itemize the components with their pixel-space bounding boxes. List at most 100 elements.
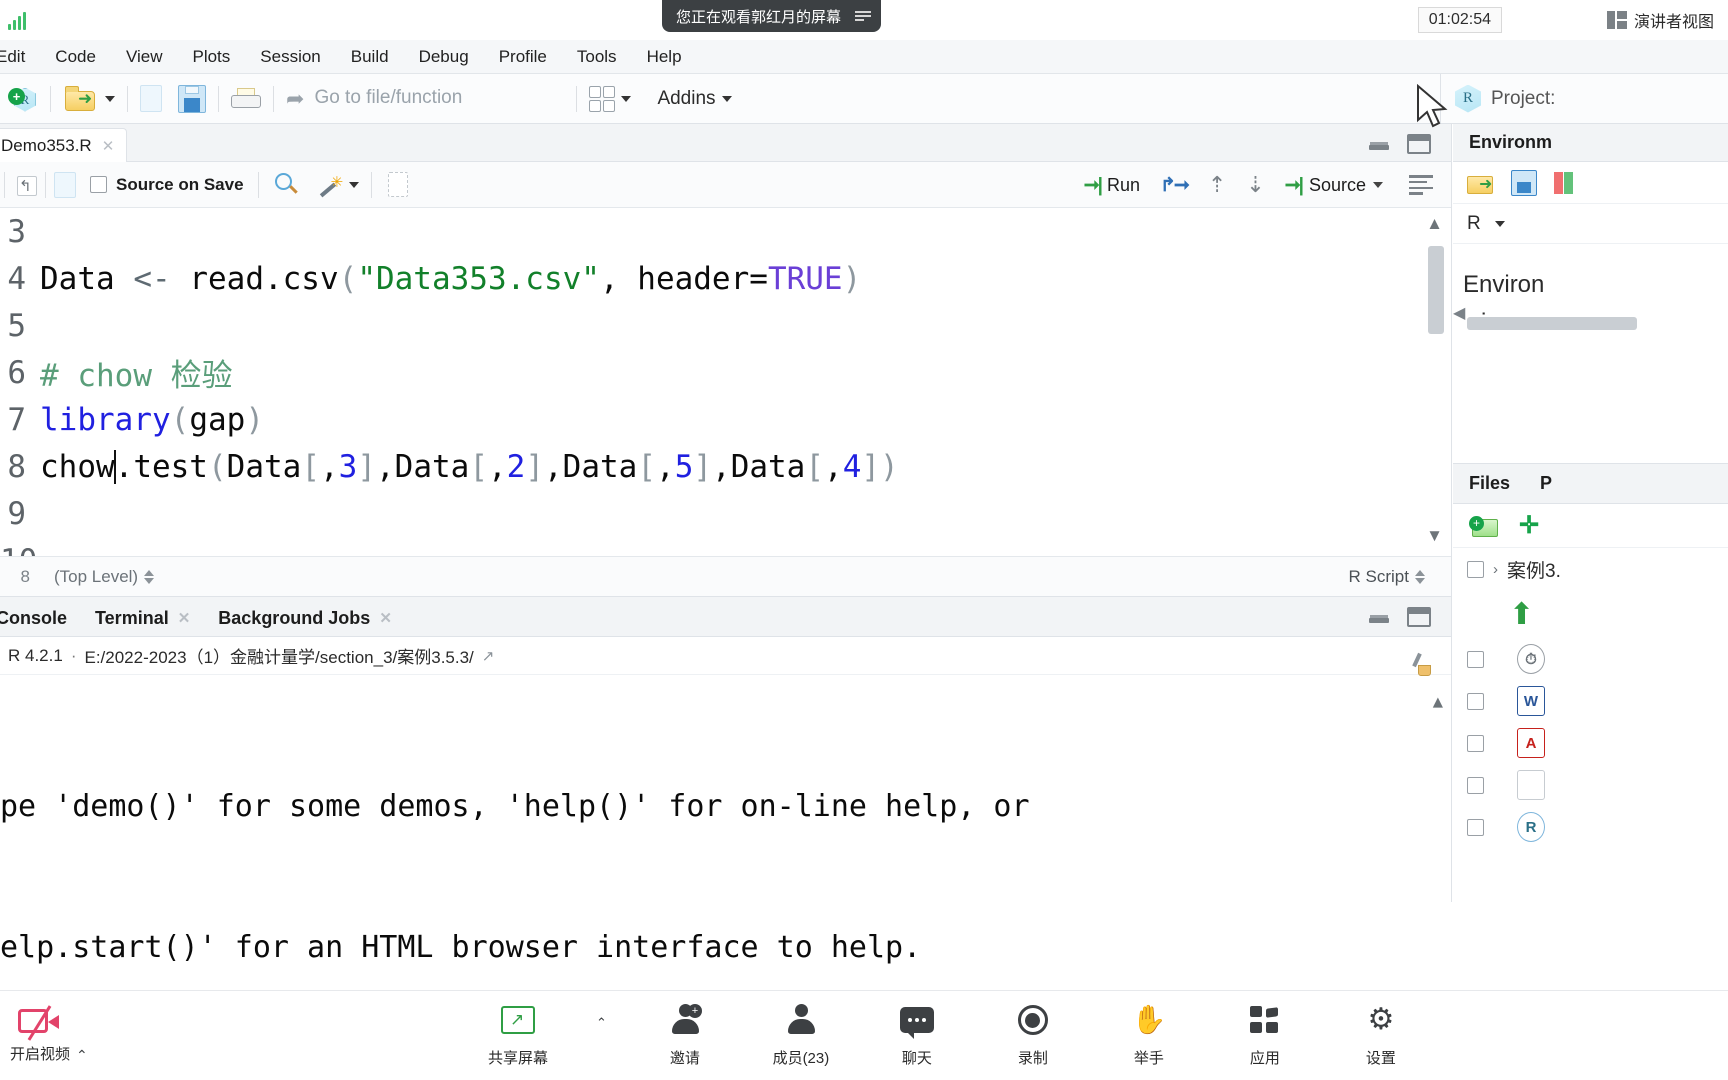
menu-item-edit[interactable]: Edit: [0, 44, 40, 70]
menu-item-plots[interactable]: Plots: [177, 44, 245, 70]
code-line[interactable]: 5: [0, 302, 1451, 349]
source-on-save-checkbox[interactable]: Source on Save: [90, 175, 244, 195]
maximize-pane-icon[interactable]: [1407, 134, 1431, 154]
code-line[interactable]: 9: [0, 490, 1451, 537]
minimize-pane-icon[interactable]: [1369, 138, 1389, 150]
list-item[interactable]: W: [1453, 680, 1728, 722]
tab-background-jobs[interactable]: Background Jobs ✕: [204, 600, 406, 636]
settings-button[interactable]: ⚙ 设置: [1343, 1001, 1419, 1068]
code-line[interactable]: 6 # chow 检验: [0, 349, 1451, 396]
find-replace-button[interactable]: [273, 172, 299, 198]
invite-button[interactable]: + 邀请: [647, 1001, 723, 1068]
chevron-down-icon[interactable]: [1373, 182, 1383, 188]
new-folder-icon[interactable]: +: [1469, 514, 1499, 538]
scroll-left-arrow-icon[interactable]: ◀: [1453, 295, 1465, 333]
import-dataset-icon[interactable]: ➜: [1467, 171, 1497, 195]
checkbox-icon[interactable]: [1467, 776, 1484, 794]
environment-hscrollbar[interactable]: [1467, 317, 1637, 330]
save-button[interactable]: [170, 74, 214, 124]
minimize-pane-icon[interactable]: [1369, 611, 1389, 623]
tab-plots[interactable]: P: [1540, 473, 1552, 494]
code-line[interactable]: 8 chow.test(Data[,3],Data[,2],Data[,5],Da…: [0, 443, 1451, 490]
list-item[interactable]: A: [1453, 722, 1728, 764]
checkbox-icon[interactable]: [90, 176, 107, 193]
print-button[interactable]: [223, 74, 269, 124]
code-tools-button[interactable]: ✳: [317, 172, 359, 198]
viewing-screen-banner[interactable]: 您正在观看郭红月的屏幕: [662, 0, 882, 32]
checkbox-icon[interactable]: [1467, 692, 1484, 710]
code-line[interactable]: 4 Data <- read.csv("Data353.csv", header=…: [0, 255, 1451, 302]
hamburger-icon[interactable]: [855, 11, 872, 21]
menu-item-profile[interactable]: Profile: [484, 44, 562, 70]
chat-button[interactable]: 聊天: [879, 1001, 955, 1068]
checkbox-icon[interactable]: [1467, 734, 1484, 752]
close-icon[interactable]: ✕: [178, 609, 191, 627]
list-item[interactable]: ⏱: [1453, 638, 1728, 680]
participants-button[interactable]: 成员(23): [763, 1001, 839, 1068]
chevron-up-icon[interactable]: ⌃: [596, 1015, 607, 1031]
list-item[interactable]: › 案例3.: [1453, 548, 1728, 590]
open-in-new-window-icon[interactable]: ↗: [482, 647, 495, 665]
menu-item-tools[interactable]: Tools: [562, 44, 632, 70]
save-workspace-icon[interactable]: [1511, 169, 1537, 196]
code-line[interactable]: 7 library(gap): [0, 396, 1451, 443]
chevron-down-icon[interactable]: [721, 95, 732, 102]
video-toggle-button[interactable]: 开启视频: [10, 1005, 70, 1064]
chevron-up-icon[interactable]: ⌃: [76, 1047, 88, 1064]
presenter-view-button[interactable]: 演讲者视图: [1606, 8, 1714, 32]
chevron-down-icon[interactable]: [1494, 220, 1505, 227]
tab-terminal[interactable]: Terminal ✕: [81, 600, 204, 636]
menu-item-build[interactable]: Build: [336, 44, 404, 70]
scroll-up-arrow-icon[interactable]: ▲: [1433, 679, 1443, 726]
close-icon[interactable]: ✕: [379, 609, 392, 627]
menu-item-view[interactable]: View: [111, 44, 178, 70]
up-down-stepper-icon[interactable]: [144, 569, 155, 584]
source-button[interactable]: ➞| Source: [1277, 171, 1391, 200]
tab-environment[interactable]: Environm: [1453, 132, 1552, 153]
share-screen-button[interactable]: ↗ 共享屏幕: [480, 1001, 556, 1068]
document-outline-button[interactable]: [1401, 172, 1441, 198]
environment-scope-selector[interactable]: R: [1453, 204, 1728, 244]
prev-chunk-button[interactable]: ⇡: [1200, 169, 1234, 201]
editor-scrollbar[interactable]: [1428, 246, 1444, 334]
apps-button[interactable]: 应用: [1227, 1001, 1303, 1068]
addins-button[interactable]: Addins: [639, 74, 739, 124]
new-blank-doc-button[interactable]: [132, 74, 170, 124]
file-type-selector[interactable]: R Script: [1349, 567, 1425, 587]
source-tab-demo353[interactable]: Demo353.R ✕: [0, 128, 128, 162]
open-file-button[interactable]: ➜: [55, 74, 123, 124]
code-editor[interactable]: 3 4 Data <- read.csv("Data353.csv", header…: [0, 208, 1451, 556]
code-line[interactable]: 3: [0, 208, 1451, 255]
menu-item-debug[interactable]: Debug: [404, 44, 484, 70]
list-item[interactable]: R: [1453, 806, 1728, 848]
list-item[interactable]: [1453, 764, 1728, 806]
chevron-down-icon[interactable]: [621, 95, 632, 102]
record-button[interactable]: 录制: [995, 1001, 1071, 1068]
tab-files[interactable]: Files: [1469, 473, 1510, 494]
menu-item-session[interactable]: Session: [245, 44, 335, 70]
close-icon[interactable]: ✕: [102, 137, 115, 155]
raise-hand-button[interactable]: ✋ 举手: [1111, 1001, 1187, 1068]
chevron-right-icon[interactable]: ›: [1493, 561, 1498, 578]
compile-report-button[interactable]: [387, 172, 408, 197]
menu-item-code[interactable]: Code: [40, 44, 111, 70]
checkbox-icon[interactable]: [1467, 818, 1484, 836]
tab-console[interactable]: Console: [0, 600, 81, 636]
save-source-button[interactable]: [54, 171, 76, 198]
menu-item-help[interactable]: Help: [632, 44, 697, 70]
project-selector[interactable]: R Project:: [1440, 74, 1728, 124]
checkbox-icon[interactable]: [1467, 560, 1484, 578]
clear-workspace-icon[interactable]: [1551, 170, 1577, 196]
next-chunk-button[interactable]: ⇣: [1238, 169, 1272, 201]
upload-icon[interactable]: ⬆: [1509, 597, 1534, 632]
goto-file-function[interactable]: ➦ Go to file/function: [278, 74, 572, 124]
new-file-button[interactable]: R +: [0, 74, 46, 124]
scroll-up-arrow-icon[interactable]: ▲: [1426, 214, 1443, 234]
maximize-pane-icon[interactable]: [1407, 607, 1431, 627]
upload-row[interactable]: ⬆: [1453, 590, 1728, 638]
scroll-down-arrow-icon[interactable]: ▼: [1426, 526, 1443, 546]
checkbox-icon[interactable]: [1467, 650, 1484, 668]
code-line[interactable]: 10: [0, 537, 1451, 557]
run-button[interactable]: ➞| Run: [1076, 171, 1148, 200]
rerun-button[interactable]: ↱➞: [1152, 171, 1196, 200]
